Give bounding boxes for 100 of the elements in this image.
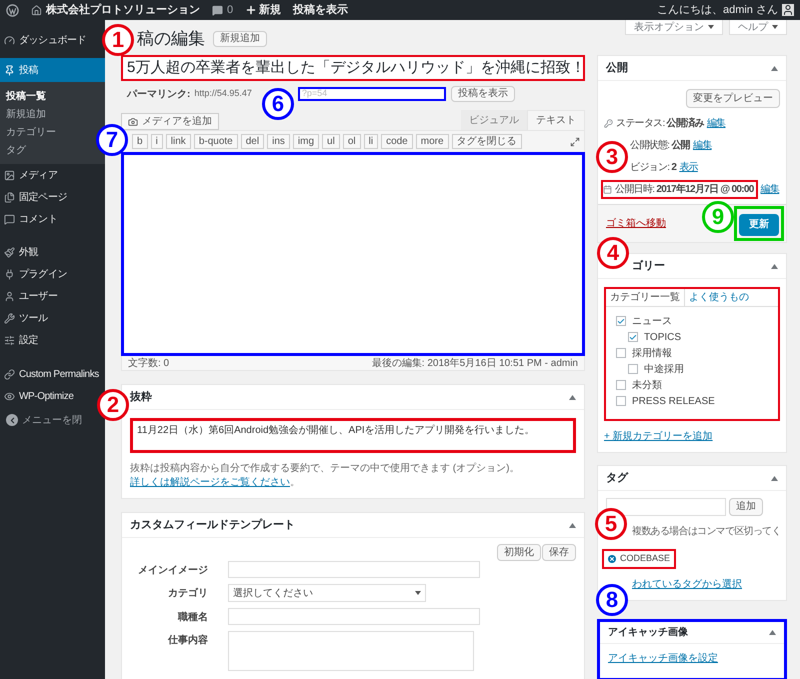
checkbox[interactable]	[616, 316, 626, 326]
collapse-menu-link[interactable]: メニューを閉	[22, 412, 82, 428]
view-post-button[interactable]: 投稿を表示	[450, 86, 515, 102]
quicktag-button[interactable]: ul	[322, 134, 340, 149]
edit-link[interactable]: 編集	[692, 138, 712, 152]
permalink-url: http://54.95.47	[194, 87, 252, 100]
edit-link[interactable]: 編集	[760, 182, 780, 196]
quicktag-button[interactable]: b-quote	[194, 134, 238, 149]
editor-tab[interactable]: ビジュアル	[461, 110, 527, 130]
title-field[interactable]: 5万人超の卒業者を輩出した「デジタルハリウッド」を沖縄に招致！	[121, 55, 585, 81]
collapse-icon[interactable]	[771, 66, 778, 70]
preview-button[interactable]: 変更をプレビュー	[686, 89, 780, 108]
field-label: カテゴリ	[167, 586, 209, 601]
text-field[interactable]	[228, 608, 480, 625]
edit-link[interactable]: 表示	[679, 160, 698, 174]
editor-tab[interactable]: テキスト	[527, 110, 585, 130]
site-link[interactable]: 株式会社プロトソリューション	[46, 2, 200, 18]
collapse-icon[interactable]	[771, 476, 778, 480]
settings-icon	[4, 334, 15, 346]
category-label: TOPICS	[644, 330, 682, 344]
sidebar-item[interactable]: メディア	[0, 164, 60, 186]
sidebar-item[interactable]: 固定ページ	[0, 186, 70, 208]
edit-link[interactable]: 編集	[706, 116, 726, 130]
wrench-icon	[4, 312, 15, 324]
checkbox[interactable]	[616, 348, 626, 358]
quicktag-button[interactable]: ol	[342, 134, 361, 149]
sidebar-item[interactable]: Custom Permalinks	[0, 363, 101, 385]
sidebar-item[interactable]: ダッシュボード	[0, 29, 88, 51]
set-featured-image-link[interactable]: アイキャッチ画像を設定	[600, 644, 784, 666]
add-new-button[interactable]: 新規追加	[213, 31, 267, 47]
sidebar-item[interactable]: WP-Optimize	[0, 385, 76, 407]
step-number-badge: 6	[262, 88, 294, 120]
sidebar-item[interactable]: ユーザー	[0, 285, 60, 307]
text-field[interactable]	[228, 561, 480, 578]
sidebar-item[interactable]: コメント	[0, 208, 60, 230]
quicktag-button[interactable]: del	[240, 134, 264, 149]
calendar-icon	[603, 184, 612, 194]
logo-icon[interactable]	[6, 4, 19, 16]
remove-tag-icon[interactable]	[608, 555, 616, 563]
tag-field[interactable]	[606, 498, 726, 516]
checkbox[interactable]	[628, 332, 638, 342]
page-heading: 稿の編集	[137, 28, 205, 50]
editor-area[interactable]	[121, 152, 585, 356]
collapse-menu-icon[interactable]	[6, 414, 18, 426]
select-field[interactable]: 選択してください	[228, 584, 426, 602]
tag-cloud-link[interactable]: われているタグから選択	[632, 577, 782, 592]
comment-icon	[4, 214, 15, 224]
custom-field-button[interactable]: 保存	[542, 544, 576, 561]
add-tag-button[interactable]: 追加	[729, 498, 763, 516]
sidebar-item[interactable]: 設定	[0, 329, 40, 351]
collapse-icon[interactable]	[771, 264, 778, 268]
screen-meta-tab[interactable]: ヘルプ	[729, 20, 787, 35]
category-label: ニュース	[632, 314, 672, 328]
quicktag-button[interactable]: ins	[267, 134, 290, 149]
submenu-item[interactable]: カテゴリー	[0, 124, 60, 140]
gauge-icon	[4, 34, 15, 46]
help-link[interactable]: 詳しくは解説ページをご覧ください	[130, 477, 290, 488]
quicktag-button[interactable]: i	[150, 134, 163, 149]
trash-link[interactable]: ゴミ箱へ移動	[606, 216, 666, 231]
collapse-icon[interactable]	[769, 630, 776, 635]
add-media-button[interactable]: メディアを追加	[121, 113, 219, 130]
update-button[interactable]: 更新	[739, 214, 779, 236]
custom-field-button[interactable]: 初期化	[497, 544, 541, 561]
excerpt-help: 抜粋は投稿内容から自分で作成する要約で、テーマの中で使用できます (オプション)。 詳しくは解説ページをご覧ください。	[130, 462, 520, 490]
new-link[interactable]: 新規	[259, 2, 282, 18]
quicktag-button[interactable]: li	[364, 134, 378, 149]
excerpt-field[interactable]: 11月22日（水）第6回Android勉強会が開催し、APIを活用したアプリ開発を行いました。	[130, 418, 576, 453]
collapse-icon[interactable]	[569, 394, 576, 400]
quicktag-button[interactable]: link	[166, 134, 191, 149]
status-text: 公開状態: 公開	[630, 138, 690, 152]
comment-icon[interactable]	[212, 4, 223, 16]
panel-title: 公開	[606, 60, 628, 76]
plus-icon[interactable]	[245, 4, 258, 16]
home-icon[interactable]	[31, 4, 42, 16]
quicktag-button[interactable]: code	[381, 134, 413, 149]
screen-meta-tab[interactable]: 表示オプション	[625, 20, 723, 35]
checkbox[interactable]	[628, 364, 638, 374]
quicktag-button[interactable]: more	[416, 134, 449, 149]
sidebar-item[interactable]: 外観	[0, 241, 40, 263]
checkbox[interactable]	[616, 380, 626, 390]
avatar-icon[interactable]	[782, 4, 794, 16]
sidebar-item[interactable]: ツール	[0, 307, 50, 329]
checkbox[interactable]	[616, 396, 626, 406]
collapse-icon[interactable]	[569, 522, 576, 528]
quicktag-button[interactable]: img	[292, 134, 320, 149]
category-label: PRESS RELEASE	[632, 394, 715, 408]
add-category-link[interactable]: + 新規カテゴリーを追加	[604, 429, 780, 444]
fullscreen-icon[interactable]	[570, 136, 580, 146]
quicktag-button[interactable]: b	[132, 134, 148, 149]
greeting-link[interactable]: こんにちは、admin さん	[656, 2, 778, 18]
submenu-item[interactable]: 新規追加	[0, 106, 50, 122]
caret-icon	[415, 591, 421, 595]
sidebar-item[interactable]: プラグイン	[0, 263, 70, 285]
quicktag-button[interactable]: タグを閉じる	[452, 134, 522, 149]
submenu-item[interactable]: 投稿一覧	[0, 88, 50, 104]
sidebar-item[interactable]: 投稿	[0, 58, 105, 82]
textarea-field[interactable]	[228, 631, 474, 671]
view-post-link[interactable]: 投稿を表示	[293, 2, 348, 18]
submenu-item[interactable]: タグ	[0, 142, 30, 158]
category-tab[interactable]: よく使うもの	[685, 289, 753, 306]
